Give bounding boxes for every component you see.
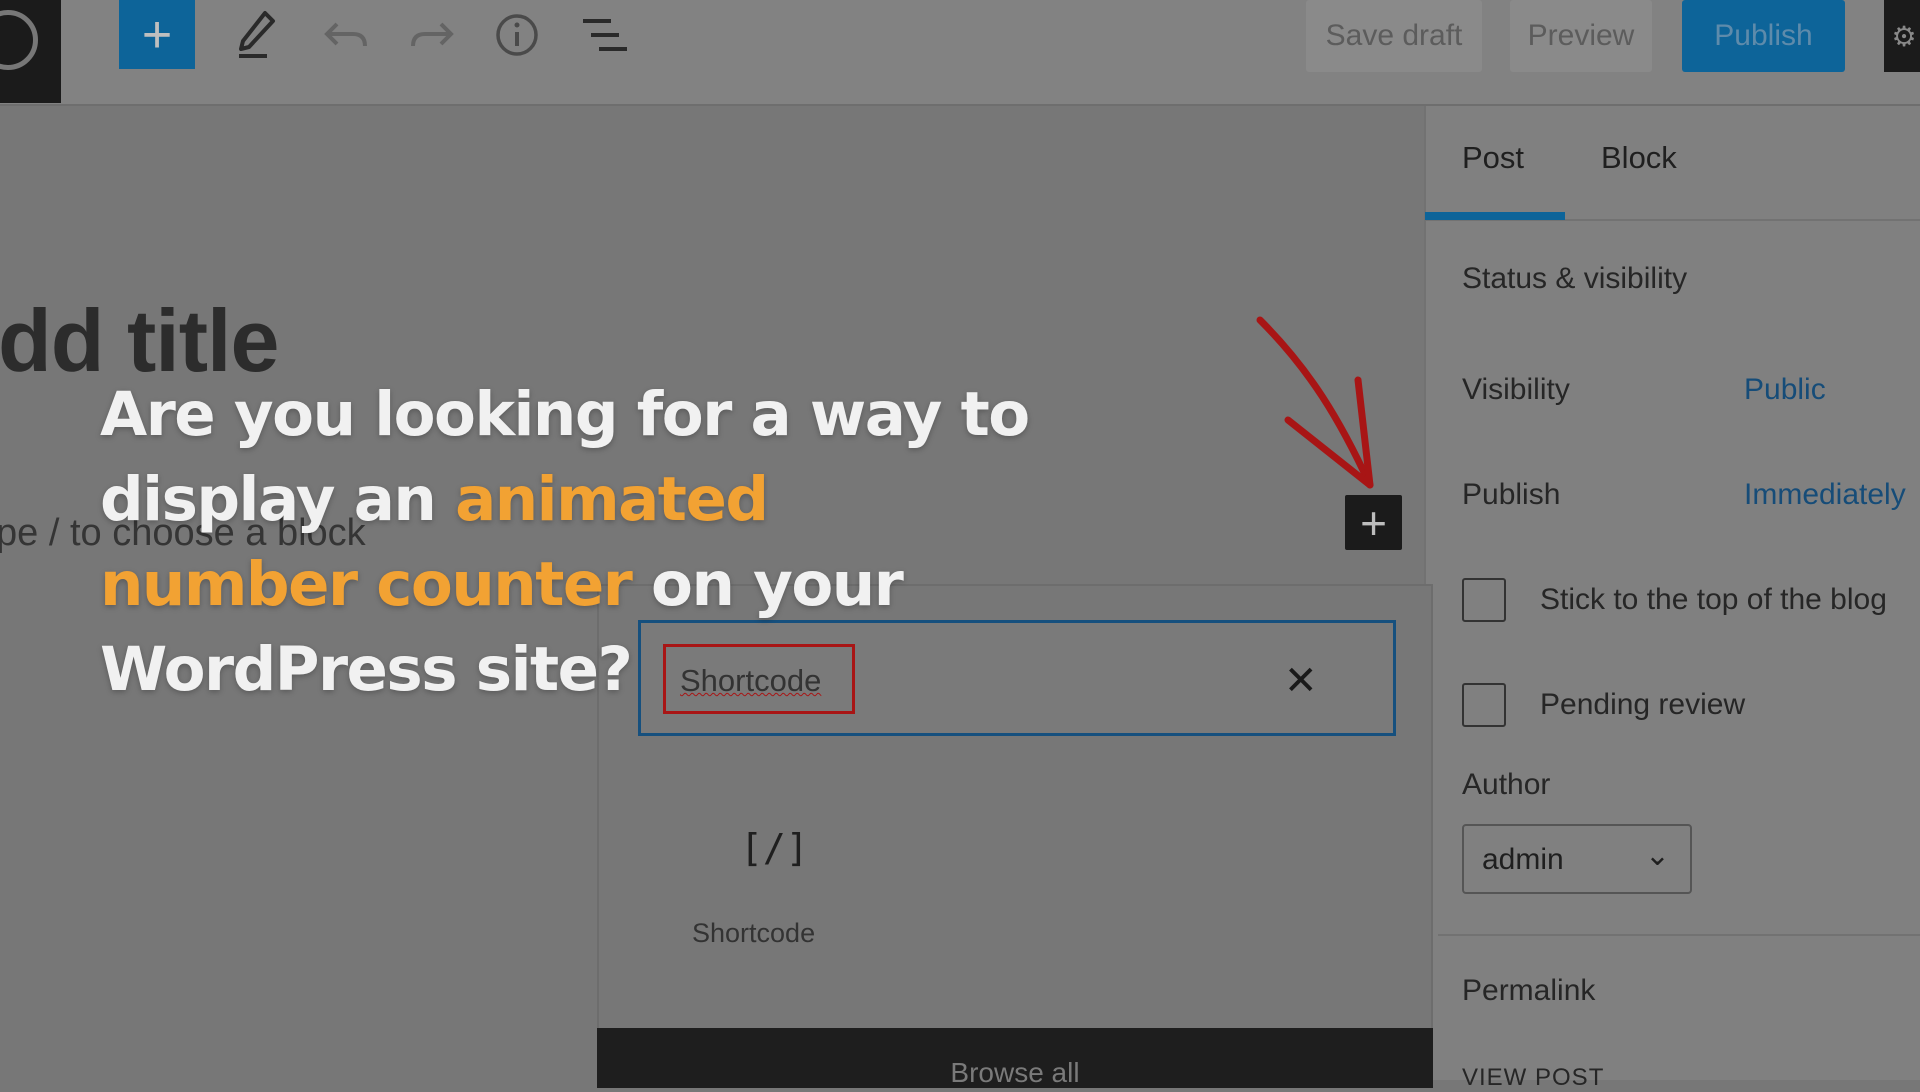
author-label: Author — [1462, 768, 1551, 801]
caption-highlight: animated — [455, 464, 769, 535]
tab-post[interactable]: Post — [1462, 140, 1524, 176]
video-caption: Are you looking for a way to display an … — [100, 372, 1100, 712]
permalink-panel-title[interactable]: Permalink — [1462, 974, 1595, 1008]
plus-icon: + — [1360, 496, 1387, 549]
save-draft-button[interactable]: Save draft — [1306, 0, 1482, 72]
list-view-button[interactable] — [576, 10, 632, 60]
status-visibility-panel-title[interactable]: Status & visibility — [1462, 262, 1687, 296]
settings-button[interactable]: ⚙ — [1884, 0, 1920, 72]
visibility-label: Visibility — [1462, 373, 1570, 406]
shortcode-icon[interactable]: [/] — [740, 826, 809, 870]
author-select[interactable]: admin ⌄ — [1462, 824, 1692, 894]
shortcode-block-label[interactable]: Shortcode — [692, 918, 815, 949]
view-post-label: VIEW POST — [1462, 1064, 1605, 1091]
details-button[interactable] — [490, 8, 544, 62]
browse-all-button[interactable]: Browse all — [597, 1028, 1433, 1088]
publish-date-toggle[interactable]: Immediately — [1744, 478, 1906, 512]
redo-button[interactable] — [404, 10, 460, 60]
undo-icon — [324, 22, 367, 47]
publish-label: Publish — [1462, 478, 1561, 511]
sidebar-divider — [1438, 934, 1920, 936]
pending-review-checkbox[interactable] — [1462, 683, 1506, 727]
caption-line-2: display an animated — [100, 457, 1100, 542]
caption-highlight: number counter — [100, 549, 633, 620]
caption-text: display an — [100, 464, 456, 535]
caption-line-1: Are you looking for a way to — [100, 379, 1030, 450]
add-block-button[interactable]: + — [119, 0, 195, 69]
info-icon — [496, 14, 538, 56]
settings-icon: ⚙ — [1891, 20, 1917, 52]
preview-button[interactable]: Preview — [1510, 0, 1652, 72]
annotation-arrow — [1256, 316, 1374, 489]
wordpress-logo-ring — [0, 10, 38, 70]
undo-button[interactable] — [318, 10, 374, 60]
pencil-icon — [239, 10, 275, 58]
list-view-icon — [583, 19, 627, 51]
stick-to-top-label: Stick to the top of the blog — [1540, 583, 1887, 616]
visibility-toggle[interactable]: Public — [1744, 373, 1826, 407]
tools-button[interactable] — [232, 6, 282, 61]
inline-inserter-button[interactable]: + — [1345, 495, 1402, 550]
pending-review-label: Pending review — [1540, 688, 1746, 721]
redo-icon — [411, 22, 454, 47]
chevron-down-icon: ⌄ — [1644, 839, 1670, 872]
publish-button[interactable]: Publish — [1682, 0, 1845, 72]
author-select-value: admin — [1482, 843, 1564, 876]
active-tab-indicator — [1425, 212, 1565, 220]
caption-text: on your — [631, 549, 904, 620]
caption-line-4: WordPress site? — [100, 634, 633, 705]
stick-to-top-checkbox[interactable] — [1462, 578, 1506, 622]
wordpress-icon[interactable] — [0, 0, 61, 103]
tab-block[interactable]: Block — [1601, 140, 1677, 176]
plus-icon: + — [141, 5, 173, 64]
caption-line-3: number counter on your — [100, 542, 1100, 627]
close-icon[interactable]: ✕ — [1284, 658, 1318, 704]
